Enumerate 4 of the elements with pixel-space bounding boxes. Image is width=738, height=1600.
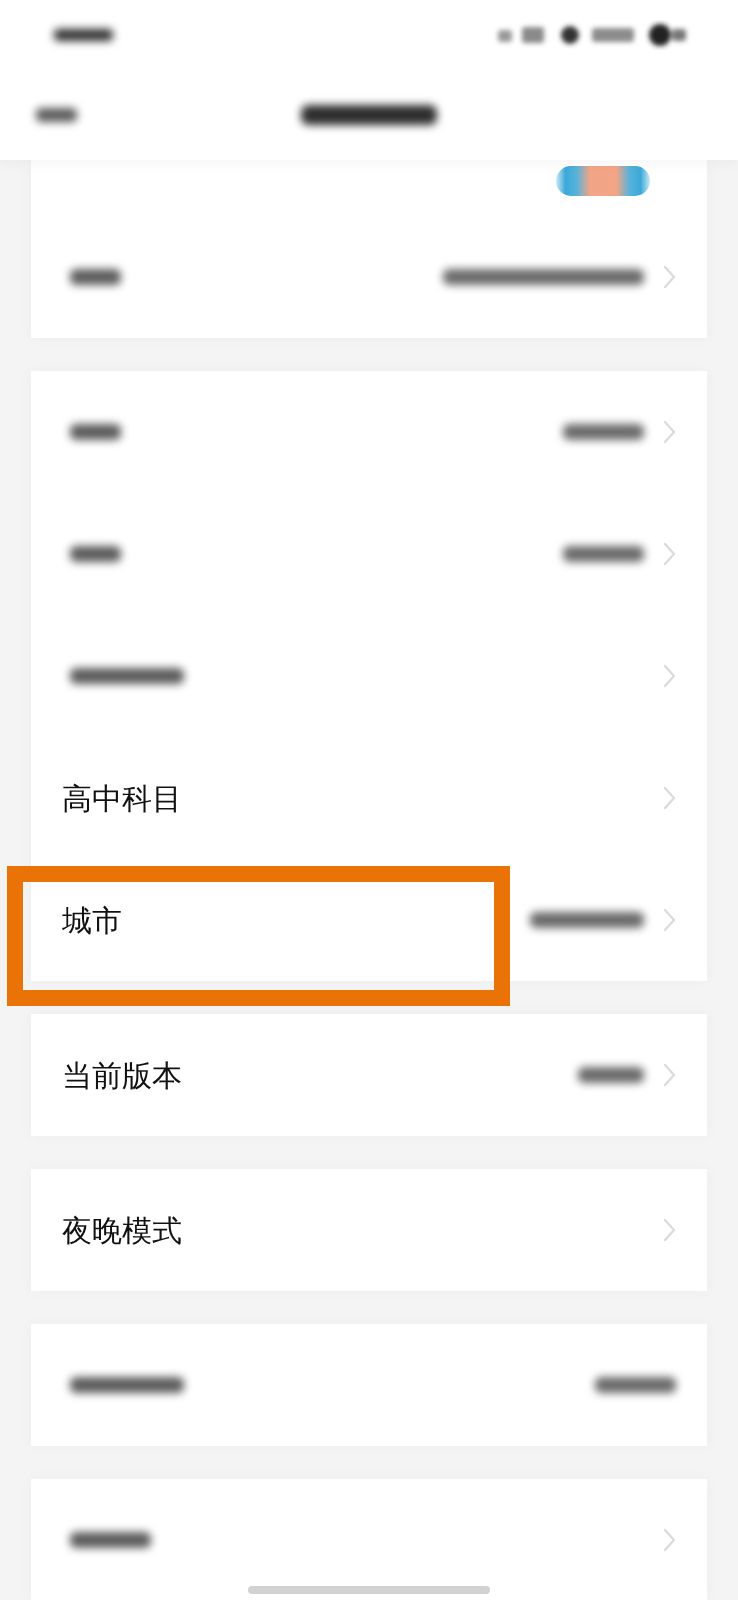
- setting-label: 城市: [62, 901, 122, 940]
- setting-label: 夜晚模式: [62, 1211, 182, 1250]
- setting-label: 高中科目: [62, 779, 182, 818]
- setting-label: 当前版本: [62, 1056, 182, 1095]
